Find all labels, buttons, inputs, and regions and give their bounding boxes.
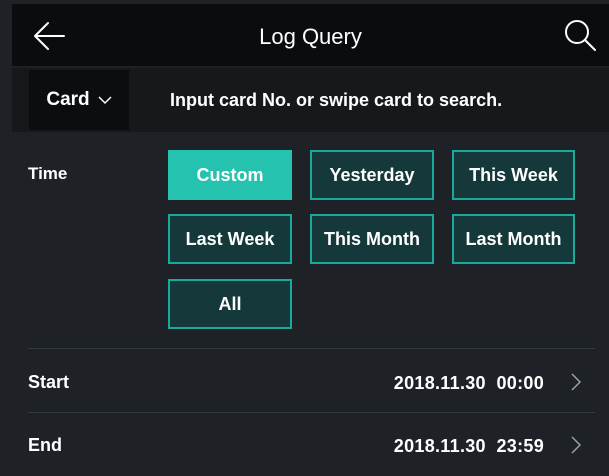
- search-icon[interactable]: [563, 18, 597, 52]
- time-option-yesterday[interactable]: Yesterday: [310, 150, 434, 200]
- header-bar: Log Query: [12, 4, 609, 66]
- end-label: End: [28, 435, 62, 455]
- search-bar: Card Input card No. or swipe card to sea…: [12, 68, 609, 132]
- search-input[interactable]: Input card No. or swipe card to search.: [170, 90, 502, 111]
- search-type-select[interactable]: Card: [29, 70, 129, 130]
- time-option-custom[interactable]: Custom: [168, 150, 292, 200]
- start-time-value: 2018.11.30 00:00: [393, 373, 544, 393]
- chevron-down-icon: [98, 96, 112, 105]
- divider: [28, 412, 595, 413]
- time-option-this-week[interactable]: This Week: [452, 150, 575, 200]
- search-type-label: Card: [46, 89, 90, 110]
- time-option-last-month[interactable]: Last Month: [452, 214, 575, 264]
- time-option-all[interactable]: All: [168, 279, 292, 329]
- page-title: Log Query: [259, 24, 362, 49]
- time-option-this-month[interactable]: This Month: [310, 214, 434, 264]
- end-time-value: 2018.11.30 23:59: [393, 436, 544, 456]
- chevron-right-icon: [571, 436, 582, 454]
- divider: [28, 348, 595, 349]
- time-label: Time: [28, 164, 68, 183]
- start-label: Start: [28, 372, 70, 392]
- time-option-last-week[interactable]: Last Week: [168, 214, 292, 264]
- chevron-right-icon: [571, 373, 582, 391]
- log-query-screen: Log Query Card Input card No. or swipe c…: [0, 0, 609, 476]
